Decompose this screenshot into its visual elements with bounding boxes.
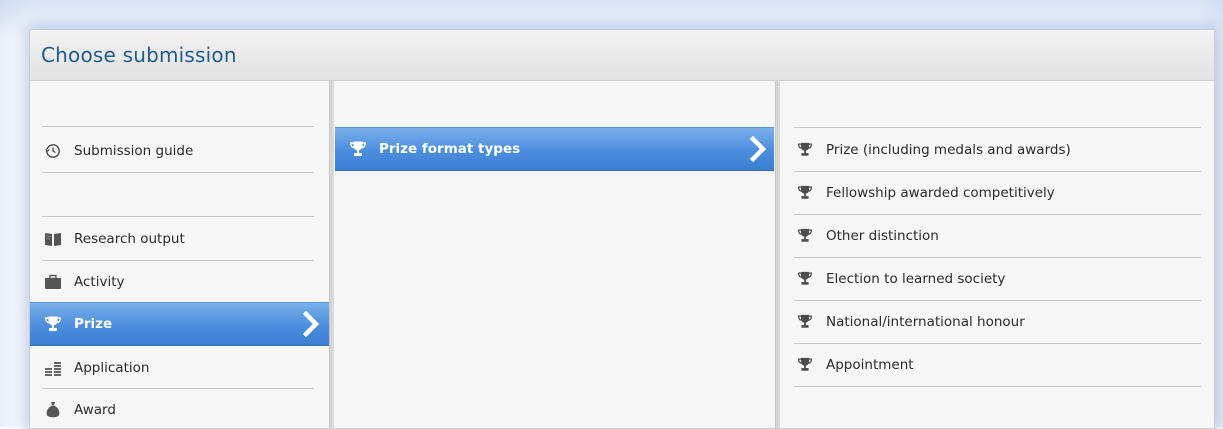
menu-item-appointment[interactable]: Appointment (794, 343, 1201, 386)
divider (42, 172, 314, 173)
menu-item-label: Fellowship awarded competitively (826, 184, 1055, 201)
menu-item-label: National/international honour (826, 313, 1025, 330)
book-icon (42, 228, 64, 250)
trophy-icon (794, 225, 816, 247)
menu-item-label: Prize format types (379, 141, 521, 157)
trophy-icon (42, 313, 64, 335)
menu-item-label: Research output (74, 230, 185, 247)
trophy-icon (794, 354, 816, 376)
menu-item-label: Award (74, 401, 116, 418)
history-icon (42, 140, 64, 162)
menu-item-label: Other distinction (826, 227, 939, 244)
menu-item-activity[interactable]: Activity (42, 260, 322, 303)
prize-subcategory-column: Prize format types (335, 81, 774, 428)
column-splitter[interactable] (775, 81, 780, 428)
menu-item-other-distinction[interactable]: Other distinction (794, 214, 1201, 257)
divider (794, 386, 1201, 387)
choose-submission-dialog: Choose submission Submission guide Resea… (29, 29, 1215, 429)
trophy-icon (794, 311, 816, 333)
coins-icon (42, 357, 64, 379)
menu-item-submission-guide[interactable]: Submission guide (42, 129, 322, 172)
menu-item-national-international-honour[interactable]: National/international honour (794, 300, 1201, 343)
chevron-right-icon (746, 136, 770, 162)
submission-category-column: Submission guide Research output Activit… (30, 81, 329, 428)
menu-item-fellowship[interactable]: Fellowship awarded competitively (794, 171, 1201, 214)
menu-item-label: Submission guide (74, 142, 194, 159)
divider (42, 126, 314, 127)
menu-item-label: Prize (74, 316, 113, 332)
trophy-icon (794, 268, 816, 290)
menu-item-prize[interactable]: Prize (30, 302, 329, 346)
trophy-icon (347, 138, 369, 160)
menu-item-prize-format-types[interactable]: Prize format types (335, 127, 774, 171)
dialog-header: Choose submission (30, 30, 1214, 81)
prize-type-column: Prize (including medals and awards) Fell… (781, 81, 1214, 428)
menu-item-prize-including-medals[interactable]: Prize (including medals and awards) (794, 128, 1201, 171)
chevron-right-icon (299, 311, 323, 337)
menu-item-award[interactable]: Award (42, 388, 322, 428)
briefcase-icon (42, 271, 64, 293)
column-splitter[interactable] (329, 81, 334, 428)
menu-item-label: Appointment (826, 356, 914, 373)
money-bag-icon (42, 399, 64, 421)
dialog-title: Choose submission (41, 43, 237, 67)
trophy-icon (794, 182, 816, 204)
trophy-icon (794, 139, 816, 161)
menu-item-research-output[interactable]: Research output (42, 217, 322, 260)
menu-item-election-learned-society[interactable]: Election to learned society (794, 257, 1201, 300)
menu-item-label: Election to learned society (826, 270, 1006, 287)
menu-item-label: Prize (including medals and awards) (826, 141, 1071, 158)
menu-item-application[interactable]: Application (42, 346, 322, 389)
menu-item-label: Activity (74, 273, 125, 290)
menu-item-label: Application (74, 359, 150, 376)
